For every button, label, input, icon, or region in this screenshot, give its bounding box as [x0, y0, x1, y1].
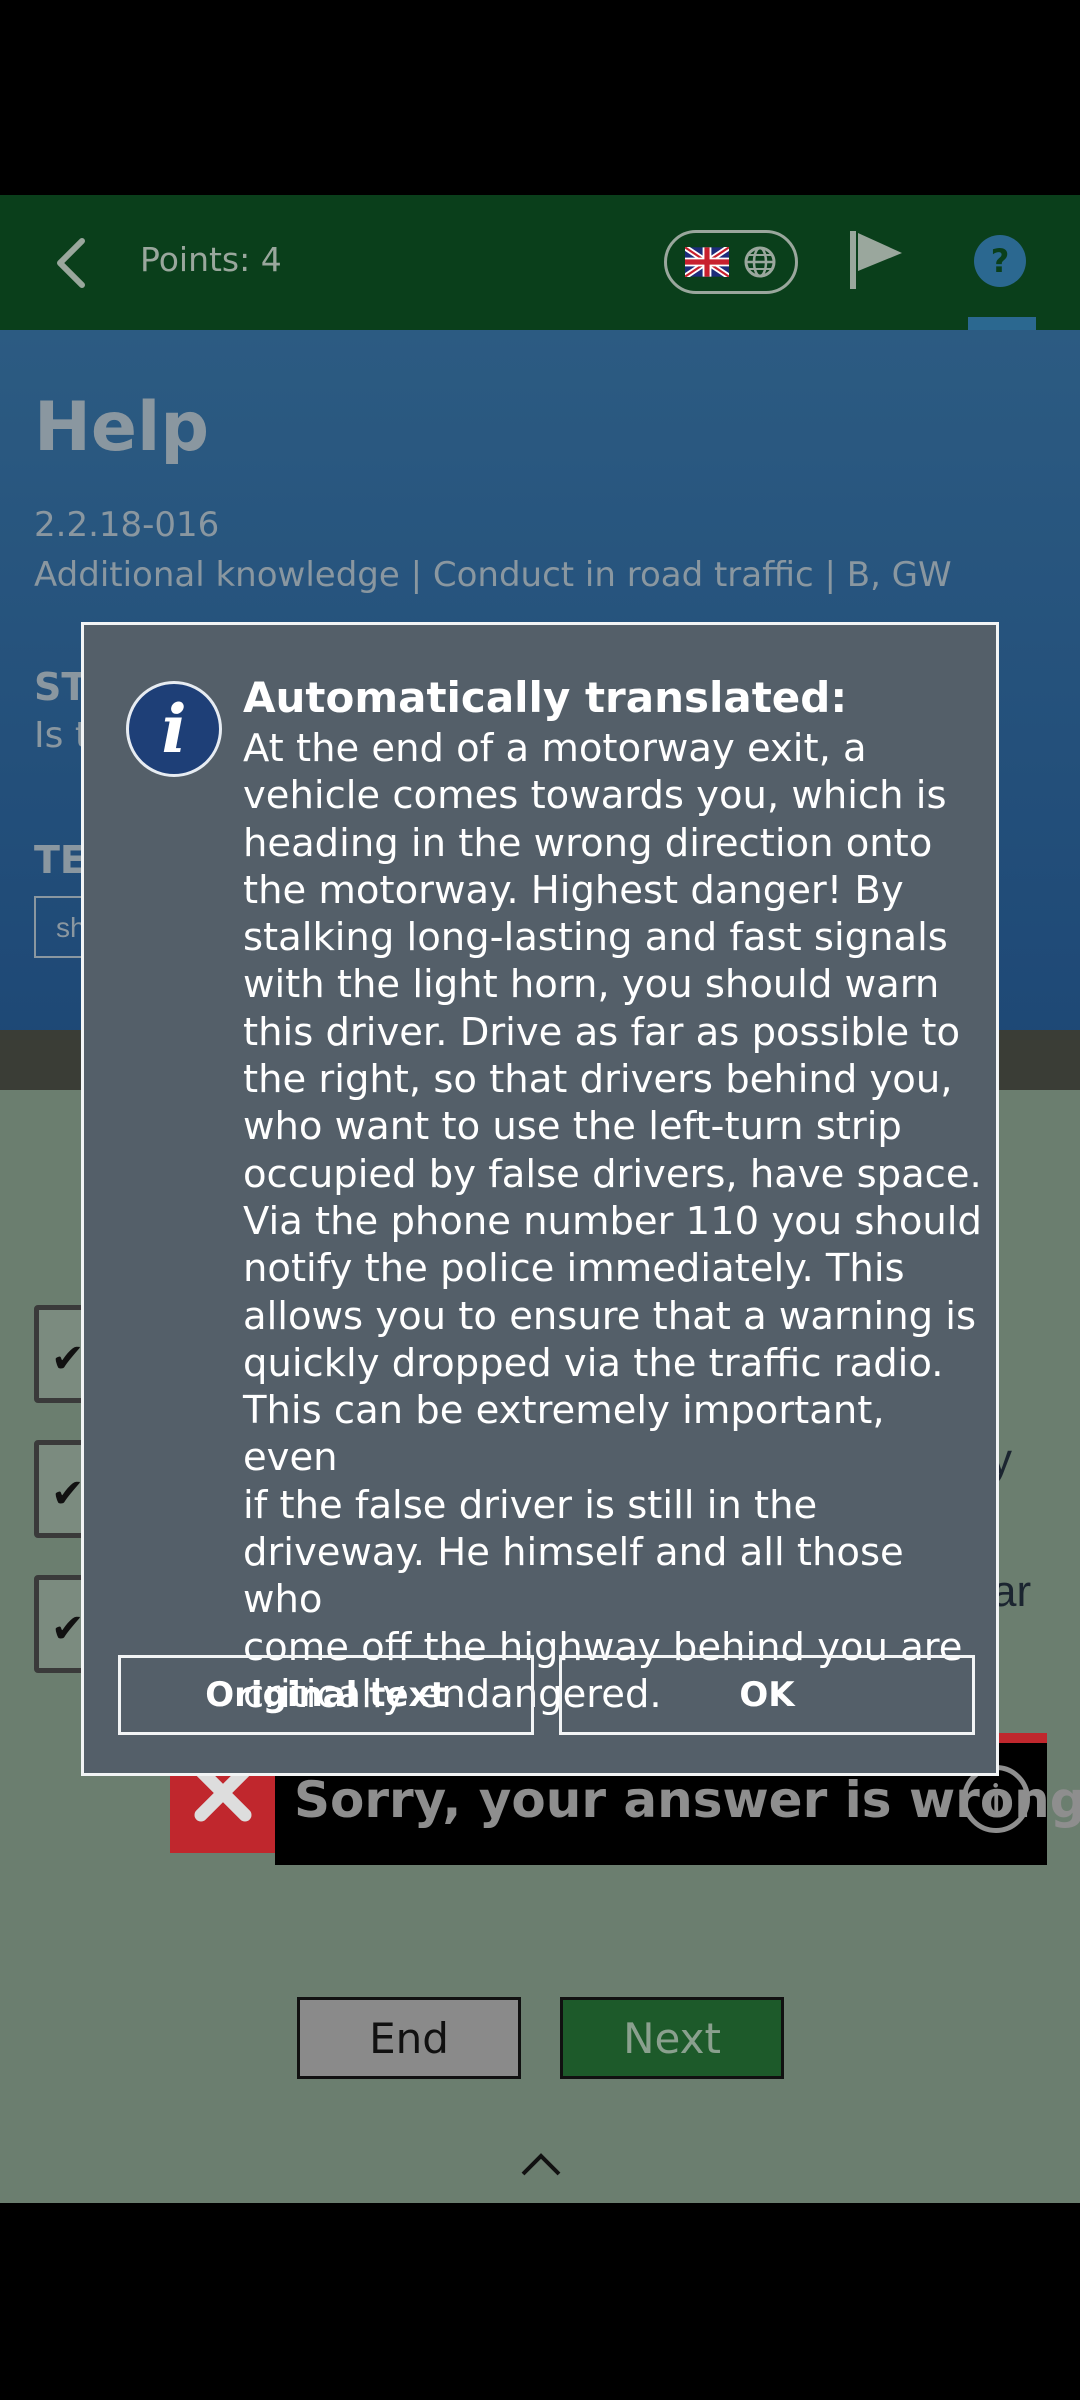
check-icon: ✔ [51, 1607, 85, 1651]
question-category-path: Additional knowledge | Conduct in road t… [34, 555, 952, 595]
translation-dialog: i Automatically translated: At the end o… [81, 622, 999, 1776]
points-label: Points: 4 [140, 240, 282, 279]
question-id: 2.2.18-016 [34, 505, 220, 545]
language-switcher[interactable] [664, 230, 798, 294]
uk-flag-icon [685, 247, 729, 277]
next-button[interactable]: Next [560, 1997, 784, 2079]
flag-icon[interactable] [846, 227, 906, 293]
question-circle-icon[interactable]: ? [972, 233, 1028, 289]
info-icon: i [126, 681, 222, 777]
check-icon: ✔ [51, 1337, 85, 1381]
dialog-title: Automatically translated: [243, 673, 848, 722]
original-text-button[interactable]: Original text [118, 1655, 534, 1735]
section-heading-partial-2: TE [34, 838, 86, 882]
check-icon: ✔ [51, 1472, 85, 1516]
dialog-body: At the end of a motorway exit, a vehicle… [243, 726, 982, 1717]
ok-button[interactable]: OK [559, 1655, 975, 1735]
page-title: Help [34, 388, 210, 467]
app-header: Points: 4 ? [0, 195, 1080, 330]
chevron-up-icon[interactable] [519, 2150, 563, 2178]
navigation-bar-area [0, 2203, 1080, 2400]
status-bar-area [0, 0, 1080, 195]
chevron-left-icon [57, 237, 85, 288]
end-button[interactable]: End [297, 1997, 521, 2079]
svg-text:?: ? [991, 242, 1010, 280]
active-tab-indicator [968, 317, 1036, 330]
back-button[interactable] [40, 230, 100, 295]
globe-icon [744, 246, 776, 278]
section-heading-partial: ST [34, 665, 88, 709]
